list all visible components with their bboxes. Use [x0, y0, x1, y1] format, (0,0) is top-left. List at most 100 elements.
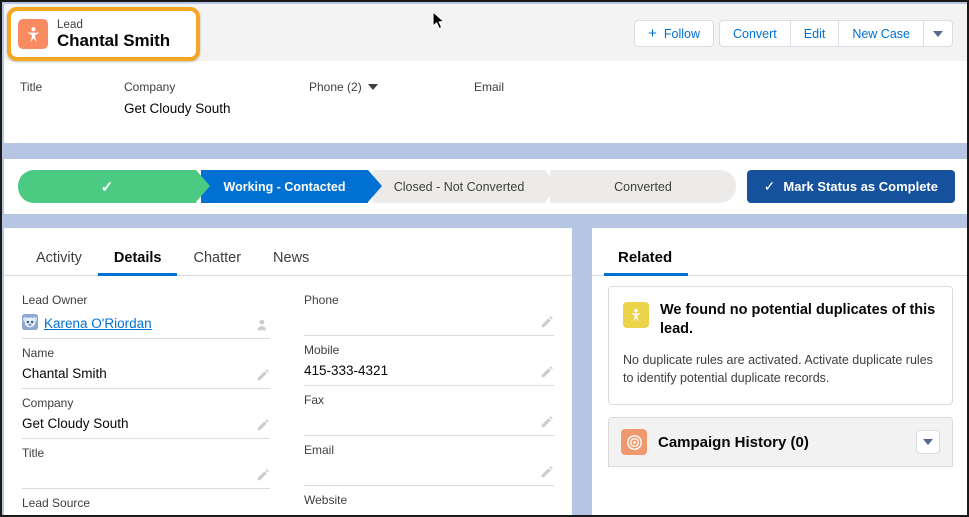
new-case-button[interactable]: New Case	[839, 20, 924, 47]
field-label-mobile: Mobile	[304, 342, 554, 358]
lead-person-icon	[18, 19, 48, 49]
path-step-working-contacted[interactable]: Working - Contacted	[201, 170, 368, 203]
field-lead-source: Lead Source	[22, 489, 270, 517]
tab-chatter[interactable]: Chatter	[177, 251, 257, 276]
panel-gap-middle	[4, 214, 969, 228]
record-type-label: Lead	[57, 19, 170, 31]
check-icon: ✓	[101, 178, 114, 196]
lead-owner-value-row: Karena O'Riordan	[22, 311, 270, 333]
more-actions-button[interactable]	[924, 20, 953, 47]
user-lock-icon[interactable]	[256, 318, 270, 332]
field-mobile: Mobile 415-333-4321	[304, 336, 554, 386]
plus-icon: +	[648, 26, 657, 41]
pencil-icon[interactable]	[256, 468, 270, 482]
path-step-label: Working - Contacted	[224, 180, 346, 194]
chevron-down-icon	[933, 31, 943, 37]
mark-status-complete-label: Mark Status as Complete	[783, 179, 938, 194]
detail-column-right: Phone Mobile 415-333-4321	[288, 286, 572, 517]
panel-gap-top	[4, 143, 969, 159]
campaign-history-toggle-button[interactable]	[916, 430, 940, 454]
highlight-label-company: Company	[124, 80, 309, 94]
path-step-label: Closed - Not Converted	[394, 180, 525, 194]
field-label-name: Name	[22, 345, 270, 361]
avatar	[22, 314, 38, 330]
field-label-phone: Phone	[304, 292, 554, 308]
path-step-converted[interactable]: Converted	[550, 170, 736, 203]
highlight-value-company: Get Cloudy South	[124, 101, 309, 116]
field-website: Website	[304, 486, 554, 517]
detail-column-left: Lead Owner	[4, 286, 288, 517]
field-company: Company Get Cloudy South	[22, 389, 270, 439]
salesforce-lead-record-page: Lead Chantal Smith + Follow Convert Edit…	[0, 0, 969, 517]
path-step-label: Converted	[614, 180, 672, 194]
related-tab-bar: Related	[592, 228, 969, 276]
lead-owner-link[interactable]: Karena O'Riordan	[44, 314, 152, 333]
tab-details[interactable]: Details	[98, 251, 178, 276]
highlight-label-phone-text: Phone (2)	[309, 80, 362, 94]
pencil-icon[interactable]	[540, 465, 554, 479]
field-value-mobile: 415-333-4321	[304, 361, 554, 380]
field-phone: Phone	[304, 286, 554, 336]
record-detail-panel: Activity Details Chatter News Lead Owner	[4, 228, 572, 517]
duplicates-card-header: We found no potential duplicates of this…	[623, 301, 938, 340]
pencil-icon[interactable]	[540, 365, 554, 379]
highlight-field-company: Company Get Cloudy South	[124, 80, 309, 140]
duplicates-card-body: No duplicate rules are activated. Activa…	[623, 351, 938, 389]
field-value-company: Get Cloudy South	[22, 414, 270, 433]
record-title-focus-box[interactable]: Lead Chantal Smith	[7, 7, 200, 61]
field-value-fax	[304, 411, 554, 430]
field-name: Name Chantal Smith	[22, 339, 270, 389]
check-icon: ✓	[764, 178, 776, 195]
path-step-completed[interactable]: ✓	[18, 170, 196, 203]
record-action-button-group: Convert Edit New Case	[719, 20, 953, 47]
pencil-icon[interactable]	[256, 418, 270, 432]
duplicates-card-title: We found no potential duplicates of this…	[660, 301, 938, 340]
pencil-icon[interactable]	[256, 368, 270, 382]
chevron-down-icon[interactable]	[368, 84, 378, 90]
convert-button[interactable]: Convert	[719, 20, 791, 47]
lead-detail-fields: Lead Owner	[4, 276, 572, 517]
duplicate-lead-icon	[623, 302, 649, 328]
field-value-website	[304, 511, 554, 517]
field-label-company: Company	[22, 395, 270, 411]
highlight-field-title: Title	[4, 80, 124, 140]
follow-button[interactable]: + Follow	[634, 20, 714, 47]
highlight-field-email: Email	[474, 80, 624, 140]
field-label-lead-owner: Lead Owner	[22, 292, 270, 308]
related-panel: Related We found no potential duplicates…	[592, 228, 969, 517]
sales-path-panel: ✓ Working - Contacted Closed - Not Conve…	[4, 159, 969, 214]
pencil-icon[interactable]	[540, 315, 554, 329]
field-label-website: Website	[304, 492, 554, 508]
field-label-fax: Fax	[304, 392, 554, 408]
field-email: Email	[304, 436, 554, 486]
field-value-email	[304, 461, 554, 480]
field-value-phone	[304, 311, 554, 330]
campaign-history-card-header[interactable]: Campaign History (0)	[608, 417, 953, 467]
edit-button[interactable]: Edit	[791, 20, 840, 47]
path-step-closed-not-converted[interactable]: Closed - Not Converted	[373, 170, 545, 203]
field-title: Title	[22, 439, 270, 489]
field-lead-owner: Lead Owner	[22, 286, 270, 339]
page-title: Chantal Smith	[57, 32, 170, 50]
campaign-history-title: Campaign History (0)	[658, 434, 916, 451]
tab-news[interactable]: News	[257, 251, 325, 276]
field-label-lead-source: Lead Source	[22, 495, 270, 511]
highlight-label-title: Title	[20, 80, 124, 94]
tab-activity[interactable]: Activity	[20, 251, 98, 276]
duplicates-card: We found no potential duplicates of this…	[608, 286, 953, 405]
record-tab-bar: Activity Details Chatter News	[4, 228, 572, 276]
highlight-label-email: Email	[474, 80, 624, 94]
field-fax: Fax	[304, 386, 554, 436]
field-value-name: Chantal Smith	[22, 364, 270, 383]
highlights-field-row: Title Company Get Cloudy South Phone (2)…	[4, 80, 969, 140]
field-label-title: Title	[22, 445, 270, 461]
mark-status-complete-button[interactable]: ✓ Mark Status as Complete	[747, 170, 955, 203]
field-value-title	[22, 464, 270, 483]
tab-related[interactable]: Related	[610, 250, 680, 275]
highlight-field-phone[interactable]: Phone (2)	[309, 80, 474, 140]
chevron-down-icon	[923, 439, 933, 445]
related-cards-container: We found no potential duplicates of this…	[592, 276, 969, 467]
record-actions-toolbar: + Follow Convert Edit New Case	[634, 20, 953, 47]
campaign-target-icon	[621, 429, 647, 455]
pencil-icon[interactable]	[540, 415, 554, 429]
